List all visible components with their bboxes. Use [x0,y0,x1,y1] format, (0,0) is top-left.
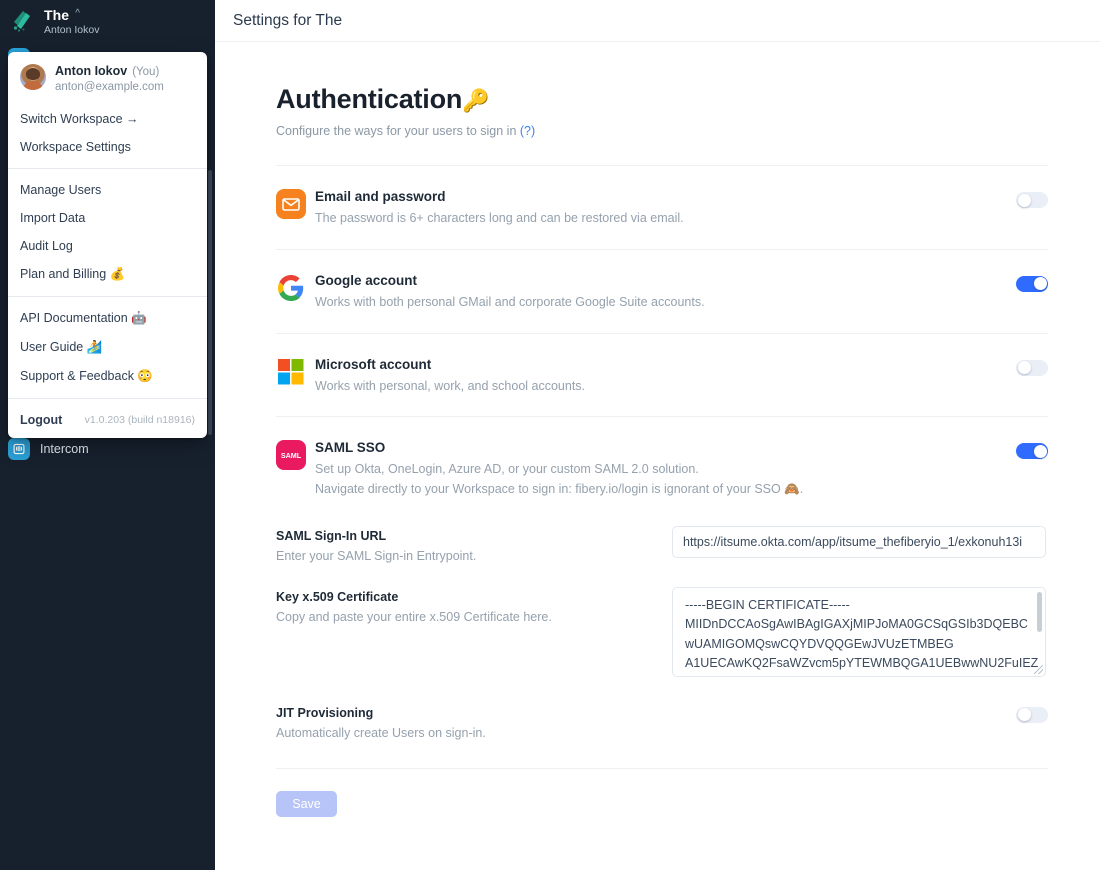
profile-email: anton@example.com [55,81,164,93]
certificate-line: MIIDnDCCAoSgAwIBAgIGAXjMIPJoMA0GCSqGSIb3… [685,617,1028,632]
settings-content: Authentication🔑 Configure the ways for y… [215,42,1100,817]
sidebar-item-intercom[interactable]: Intercom [0,436,215,462]
top-bar: Settings for The [215,0,1100,42]
menu-item-user-guide[interactable]: User Guide 🏄 [8,333,207,362]
google-icon [276,273,306,303]
certificate-line: -----BEGIN CERTIFICATE----- [685,597,850,612]
account-dropdown-menu: Anton Iokov (You) anton@example.com Swit… [8,52,207,438]
auth-method-description: Works with both personal GMail and corpo… [315,294,705,309]
auth-method-texts: Microsoft account Works with personal, wo… [315,356,1004,396]
workspace-header[interactable]: The ^ Anton Iokov [0,0,215,44]
toggle-knob [1033,444,1047,458]
main-content: Settings for The Authentication🔑 Configu… [215,0,1100,870]
dropdown-group-admin: Manage Users Import Data Audit Log Plan and… [8,174,207,291]
saml-certificate-hint: Copy and paste your entire x.509 Certifi… [276,609,552,624]
dropdown-group-help: API Documentation 🤖 User Guide 🏄 Support &… [8,302,207,393]
dropdown-group-workspace: Switch Workspace → Workspace Settings [8,103,207,163]
jit-provisioning-label: JIT Provisioning [276,705,374,720]
avatar [20,64,46,90]
certificate-line: A1UECAwKQ2FsaWZvcm5pYTEWMBQGA1UEBwwNU2Fu… [685,655,1039,670]
help-link[interactable]: (?) [520,124,535,138]
certificate-scrollbar[interactable] [1037,591,1042,632]
saml-signin-url-label: SAML Sign-In URL [276,528,387,543]
envelope-icon [276,189,306,219]
auth-method-texts: Email and password The password is 6+ cha… [315,188,1004,228]
fibery-logo-icon [10,9,36,35]
profile-name: Anton Iokov [55,64,128,78]
saml-signin-url-hint: Enter your SAML Sign-in Entrypoint. [276,548,477,563]
menu-item-switch-workspace[interactable]: Switch Workspace → [8,105,207,133]
saml-certificate-textarea[interactable]: -----BEGIN CERTIFICATE----- MIIDnDCCAoSgA… [672,586,1046,677]
microsoft-icon [276,357,306,387]
menu-item-api-documentation[interactable]: API Documentation 🤖 [8,304,207,333]
toggle-email-and-password[interactable] [1016,192,1048,208]
menu-divider-1 [8,168,207,169]
workspace-user-name: Anton Iokov [44,23,100,36]
toggle-saml-sso[interactable] [1016,443,1048,460]
auth-method-title: Microsoft account [315,356,432,372]
saml-icon: SAML [276,440,306,471]
svg-text:SAML: SAML [281,451,302,460]
sidebar-scrollbar[interactable] [208,170,212,435]
sidebar: The ^ Anton Iokov DevOpsMarketing Archiv… [0,0,215,870]
menu-item-manage-users[interactable]: Manage Users [8,176,207,204]
saml-form: SAML Sign-In URL Enter your SAML Sign-in… [276,520,1048,817]
intercom-icon [8,438,30,460]
section-heading: Authentication🔑 [276,84,1048,115]
auth-method-title: Email and password [315,189,446,204]
key-icon: 🔑 [462,88,490,113]
toggle-knob [1033,277,1047,291]
auth-method-texts: Google account Works with both personal G… [315,272,1004,312]
jit-provisioning-row: JIT Provisioning Automatically create Us… [276,677,1048,740]
auth-method-description: Set up Okta, OneLogin, Azure AD, or your… [315,462,699,477]
chevron-up-icon[interactable]: ^ [75,9,80,19]
auth-method-description: Works with personal, work, and school ac… [315,378,586,393]
menu-divider-3 [8,398,207,399]
menu-item-audit-log[interactable]: Audit Log [8,232,207,260]
auth-method-saml-sso: SAML SAML SSO Set up Okta, OneLogin, Azure… [276,417,1048,520]
sidebar-item-label: Intercom [40,442,89,456]
toggle-knob [1017,193,1031,207]
section-subtitle-text: Configure the ways for your users to sig… [276,124,520,138]
saml-certificate-label: Key x.509 Certificate [276,589,399,604]
menu-item-plan-and-billing[interactable]: Plan and Billing 💰 [8,260,207,289]
dropdown-footer: Logout v1.0.203 (build n18916) [8,404,207,438]
certificate-line: wUAMIGOMQswCQYDVQQGEwJVUzETMBEG [685,636,954,651]
menu-item-support-and-feedback[interactable]: Support & Feedback 😳 [8,362,207,391]
logout-button[interactable]: Logout [20,413,62,427]
menu-divider-2 [8,296,207,297]
auth-method-description-2: Navigate directly to your Workspace to s… [315,482,804,496]
saml-signin-url-row: SAML Sign-In URL Enter your SAML Sign-in… [276,520,1048,563]
auth-method-email-and-password: Email and password The password is 6+ cha… [276,166,1048,249]
jit-provisioning-toggle[interactable] [1016,706,1048,723]
auth-method-title: Google account [315,272,418,288]
section-heading-text: Authentication [276,84,463,114]
toggle-google-account[interactable] [1016,275,1048,292]
auth-method-google-account: Google account Works with both personal G… [276,250,1048,333]
toggle-knob [1017,361,1031,374]
auth-methods-list: Email and password The password is 6+ cha… [276,166,1048,520]
toggle-knob [1017,708,1031,722]
app-version-label: v1.0.203 (build n18916) [84,414,195,426]
save-button[interactable]: Save [276,790,337,817]
section-subtitle: Configure the ways for your users to sig… [276,124,1048,138]
menu-item-import-data[interactable]: Import Data [8,204,207,232]
resize-grip-icon[interactable] [1034,664,1043,674]
jit-provisioning-hint: Automatically create Users on sign-in. [276,725,486,740]
menu-item-workspace-settings[interactable]: Workspace Settings [8,133,207,161]
auth-method-microsoft-account: Microsoft account Works with personal, wo… [276,334,1048,417]
toggle-microsoft-account[interactable] [1016,359,1048,376]
auth-method-description: The password is 6+ characters long and c… [315,211,684,225]
auth-method-title: SAML SSO [315,440,386,456]
dropdown-profile: Anton Iokov (You) anton@example.com [8,60,207,103]
saml-certificate-row: Key x.509 Certificate Copy and paste you… [276,563,1048,677]
saml-signin-url-input[interactable]: https://itsume.okta.com/app/itsume_thefi… [672,525,1046,558]
app-root: The ^ Anton Iokov DevOpsMarketing Archiv… [0,0,1100,870]
auth-method-texts: SAML SSO Set up Okta, OneLogin, Azure AD,… [315,439,1004,499]
page-title: Settings for The [233,11,343,29]
workspace-title: The [44,6,70,23]
profile-you-badge: (You) [132,66,160,78]
